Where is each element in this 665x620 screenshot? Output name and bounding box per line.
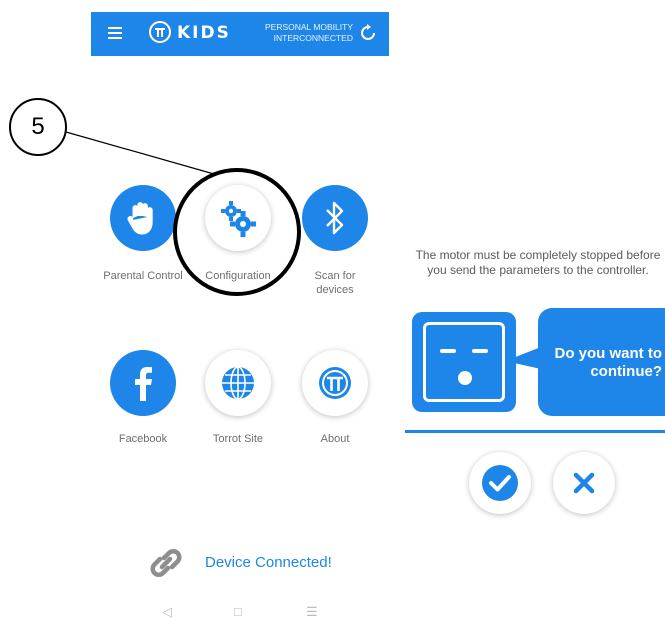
facebook-icon xyxy=(135,367,152,401)
continue-question: Do you want to continue? xyxy=(554,345,663,380)
torrot-logo-icon xyxy=(319,367,351,399)
globe-icon xyxy=(222,366,254,400)
motor-warning-message: The motor must be completely stopped bef… xyxy=(415,248,661,277)
nav-back-button[interactable]: ◁ xyxy=(162,604,172,620)
sync-icon[interactable] xyxy=(359,24,377,42)
facebook-label: Facebook xyxy=(118,433,168,445)
torrot-logo-icon xyxy=(149,21,171,43)
torrot-site-label: Torrot Site xyxy=(212,433,264,445)
scan-devices-button[interactable] xyxy=(302,185,368,251)
parental-control-button[interactable] xyxy=(110,185,176,251)
nav-recents-button[interactable]: ☰ xyxy=(306,604,318,620)
robot-face-illustration xyxy=(412,312,516,412)
robot-mouth xyxy=(458,371,472,385)
check-icon xyxy=(482,465,518,501)
robot-left-eye xyxy=(440,349,456,353)
bluetooth-icon xyxy=(326,201,344,235)
device-connected-status: Device Connected! xyxy=(205,554,332,571)
about-button[interactable] xyxy=(302,350,368,416)
dialog-divider xyxy=(405,430,665,433)
parental-control-label: Parental Control xyxy=(103,270,183,282)
facebook-button[interactable] xyxy=(110,350,176,416)
hamburger-icon[interactable] xyxy=(108,27,122,39)
app-header: KIDS PERSONAL MOBILITY INTERCONNECTED xyxy=(91,12,389,56)
robot-face-screen xyxy=(423,322,505,402)
step-callout: 5 xyxy=(9,98,67,156)
tagline-line-1: PERSONAL MOBILITY xyxy=(264,22,353,32)
tagline: PERSONAL MOBILITY INTERCONNECTED xyxy=(251,22,353,44)
about-label: About xyxy=(320,433,350,445)
close-icon xyxy=(573,472,595,494)
brand-name: KIDS xyxy=(177,23,231,43)
cancel-button[interactable] xyxy=(553,452,615,514)
tagline-line-2: INTERCONNECTED xyxy=(273,33,353,43)
torrot-site-button[interactable] xyxy=(205,350,271,416)
hand-icon xyxy=(127,202,153,235)
confirm-button[interactable] xyxy=(469,452,531,514)
configuration-highlight-ring xyxy=(173,168,301,296)
scan-devices-label: Scan for devices xyxy=(314,270,356,296)
robot-right-eye xyxy=(472,349,488,353)
link-icon xyxy=(150,549,182,577)
